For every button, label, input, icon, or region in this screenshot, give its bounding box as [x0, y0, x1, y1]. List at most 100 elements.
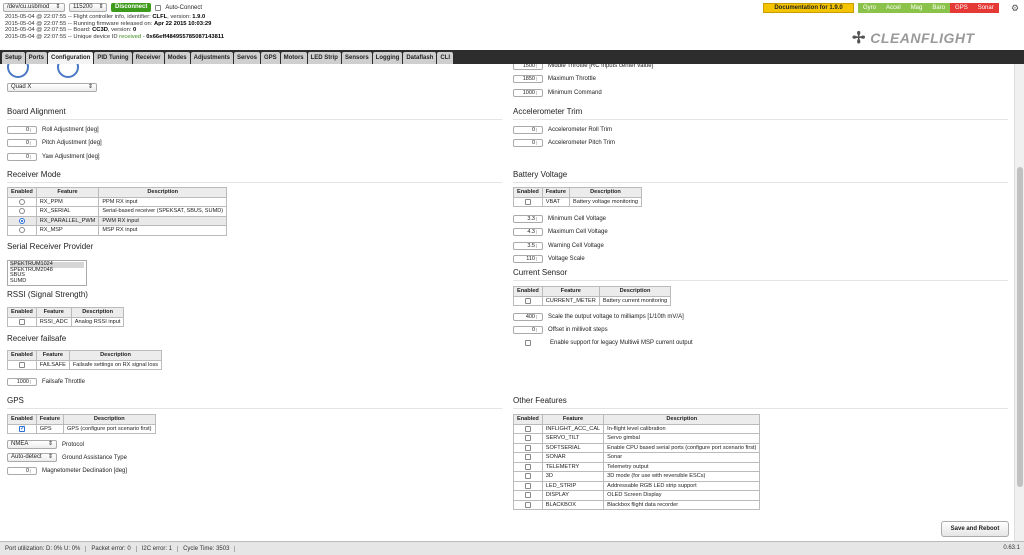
feature-cell: 3D: [541, 471, 605, 482]
description-cell: OLED Screen Display: [603, 490, 761, 501]
table-row: GPSGPS (configure port scenario first): [7, 424, 156, 434]
other-features-title: Other Features: [513, 396, 567, 405]
table-row: RX_SERIAL Serial-based receiver (SPEKSAT,…: [7, 206, 228, 217]
disconnect-button[interactable]: Disconnect: [111, 3, 152, 12]
tab-ports[interactable]: Ports: [25, 52, 48, 64]
battery-setting-input[interactable]: 3.5: [513, 241, 543, 250]
description-cell: Telemetry output: [603, 461, 761, 472]
save-reboot-button[interactable]: Save and Reboot: [941, 521, 1009, 537]
log-value: 1.9.0: [192, 14, 206, 20]
battery-setting-row: 4.3 Maximum Cell Voltage: [513, 228, 608, 237]
radio-button[interactable]: [18, 227, 25, 233]
enabled-cell: [7, 215, 37, 226]
tab-modes[interactable]: Modes: [164, 52, 190, 64]
gear-icon[interactable]: ⚙: [1011, 3, 1019, 14]
checkbox[interactable]: [524, 482, 531, 489]
cycle-time: Cycle Time: 3503: [178, 545, 236, 552]
enabled-cell: [513, 433, 543, 444]
column-header: Feature: [35, 350, 70, 361]
feature-cell: CURRENT_METER: [541, 295, 600, 306]
tab-configuration[interactable]: Configuration: [48, 52, 94, 64]
tab-gps[interactable]: GPS: [260, 52, 280, 64]
enabled-cell: [513, 295, 543, 306]
battery-setting-input[interactable]: 4.3: [513, 228, 543, 236]
tab-motors[interactable]: Motors: [280, 52, 307, 64]
tab-sensors[interactable]: Sensors: [341, 52, 372, 64]
baud-select[interactable]: 115200 ⇕: [69, 3, 107, 12]
tab-receiver[interactable]: Receiver: [132, 52, 164, 64]
table-row: TELEMETRY Telemetry output: [513, 461, 761, 472]
tab-led-strip[interactable]: LED Strip: [307, 52, 341, 64]
log-prefix: 2015-05-04 @ 22:07:55 -- Flight controll…: [5, 14, 153, 20]
acc-trim-input[interactable]: 0: [513, 125, 543, 134]
checkbox[interactable]: [524, 198, 531, 205]
listbox-option[interactable]: SUMD: [10, 278, 84, 285]
checkbox[interactable]: [524, 425, 531, 432]
motor-limit-input[interactable]: 1000: [513, 88, 543, 97]
battery-setting-label: Warning Cell Voltage: [548, 242, 604, 249]
table-row: INFLIGHT_ACC_CAL In-flight level calibrat…: [513, 423, 761, 434]
alignment-label: Pitch Adjustment [deg]: [42, 140, 102, 146]
radio-button[interactable]: [18, 217, 25, 224]
mixer-select[interactable]: Quad X ⇕: [7, 83, 97, 92]
alignment-input[interactable]: 0: [7, 125, 37, 134]
alignment-input[interactable]: 0: [7, 139, 37, 147]
tab-adjustments[interactable]: Adjustments: [190, 52, 233, 64]
checkbox[interactable]: [524, 297, 531, 304]
tab-setup[interactable]: Setup: [2, 52, 25, 64]
alignment-input[interactable]: 0: [7, 152, 37, 161]
radio-button[interactable]: [18, 208, 25, 214]
board-alignment-title: Board Alignment: [7, 107, 66, 116]
description-cell: Battery voltage monitoring: [568, 196, 642, 207]
port-select[interactable]: /dev/cu.usbmod ⇕: [3, 3, 65, 12]
serial-rx-listbox[interactable]: SPEKTRUM1024 SPEKTRUM2048 SBUS SUMD: [7, 260, 87, 286]
battery-setting-row: 110 Voltage Scale: [513, 255, 585, 264]
checkbox[interactable]: [524, 435, 531, 441]
mag-decl-input[interactable]: 0: [7, 466, 37, 475]
scrollbar-thumb[interactable]: [1017, 167, 1023, 487]
description-cell: Servo gimbal: [603, 433, 761, 444]
description-cell: MSP RX input: [98, 225, 228, 236]
mag-decl-row: 0 Magnetometer Declination [deg]: [7, 466, 127, 475]
motor-limit-label: Minimum Command: [548, 89, 602, 96]
tab-dataflash[interactable]: Dataflash: [403, 52, 437, 64]
tab-pid-tuning[interactable]: PID Tuning: [94, 52, 132, 64]
checkbox[interactable]: [18, 318, 25, 325]
failsafe-table: Enabled Feature Description FAILSAFE Failsaf…: [7, 350, 163, 370]
log-sep: , version:: [167, 14, 193, 20]
acc-trim-input[interactable]: 0: [513, 139, 543, 147]
tab-logging[interactable]: Logging: [372, 52, 403, 64]
column-header: Description: [598, 286, 672, 297]
motor-limit-input[interactable]: 1850: [513, 75, 543, 83]
checkbox[interactable]: [524, 473, 531, 479]
current-setting-input[interactable]: 400: [513, 312, 543, 321]
checkbox[interactable]: [18, 361, 25, 368]
radio-button[interactable]: [18, 198, 25, 205]
checkbox[interactable]: [524, 501, 531, 508]
feature-cell: RX_PARALLEL_PWM: [35, 215, 100, 226]
log-value: CC3D: [92, 27, 108, 34]
packet-error: Packet error: 0: [86, 545, 137, 552]
feature-cell: LED_STRIP: [541, 480, 605, 491]
motor-limit-row: 1500 Middle Throttle [RC inputs center va…: [513, 64, 653, 70]
scrollbar[interactable]: [1014, 64, 1024, 541]
battery-setting-input[interactable]: 110: [513, 255, 543, 263]
checkbox[interactable]: [524, 463, 531, 470]
column-header: Enabled: [513, 286, 543, 297]
gps-assist-select[interactable]: Auto-detect ⇕: [7, 453, 57, 462]
motor-limit-input[interactable]: 1500: [513, 64, 543, 70]
checkbox[interactable]: [524, 454, 531, 460]
checkbox[interactable]: [524, 444, 531, 451]
battery-setting-input[interactable]: 3.3: [513, 214, 543, 223]
gps-protocol-select[interactable]: NMEA ⇕: [7, 440, 57, 449]
tab-cli[interactable]: CLI: [437, 52, 454, 64]
current-setting-input[interactable]: 0: [513, 326, 543, 334]
divider: [513, 119, 1008, 120]
checkbox[interactable]: [18, 424, 26, 432]
legacy-checkbox[interactable]: [525, 339, 531, 346]
documentation-button[interactable]: Documentation for 1.9.0: [763, 3, 854, 13]
autoconnect-checkbox[interactable]: [155, 4, 162, 11]
checkbox[interactable]: [524, 492, 531, 498]
tab-servos[interactable]: Servos: [233, 52, 260, 64]
failsafe-throttle-input[interactable]: 1000: [7, 377, 37, 386]
